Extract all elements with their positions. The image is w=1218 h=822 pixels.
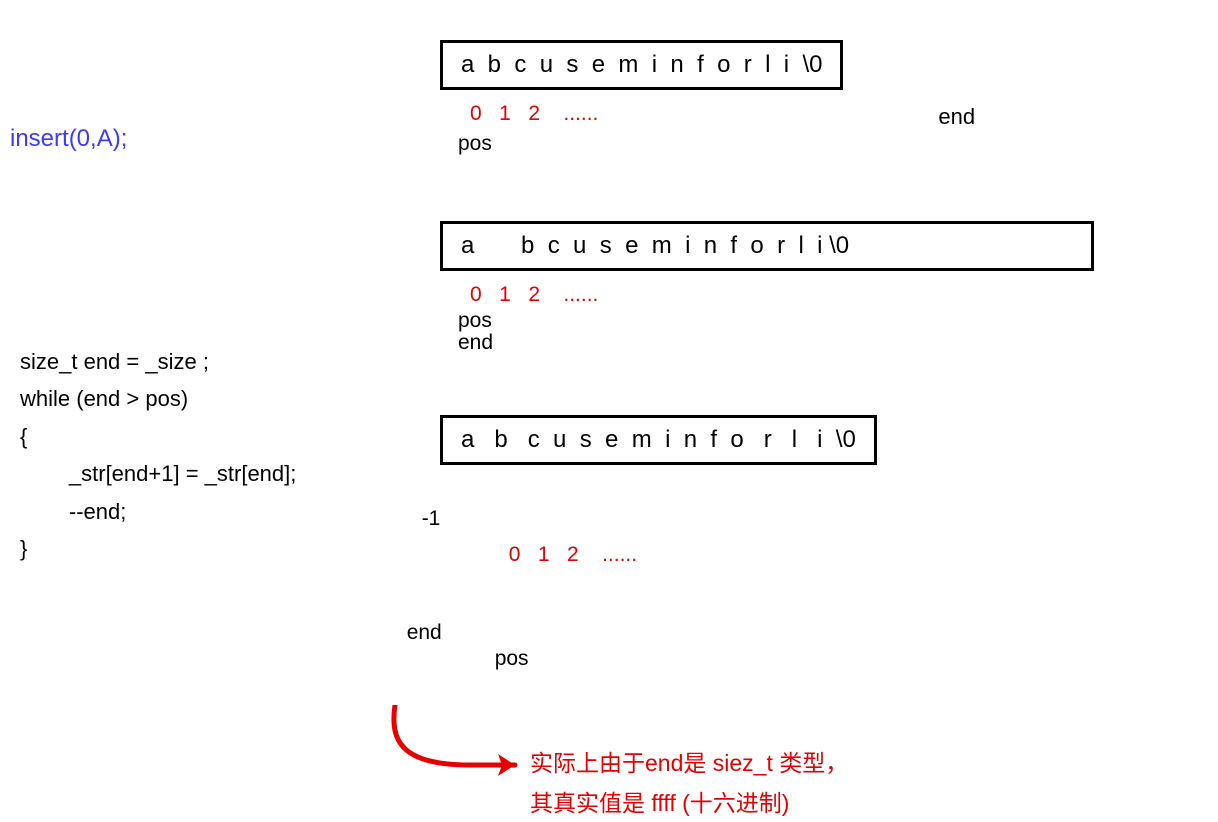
pos-label-3: pos: [477, 647, 529, 671]
array-box-2: a b c u s e m i n f o r l i \0: [440, 221, 1094, 271]
array-diagram-3: a b c u s e m i n f o r l i \0 -1 0 1 2 …: [440, 405, 1190, 795]
annotation-arrow: 实际上由于end是 siez_t 类型， 其真实值是 ffff (十六进制): [370, 705, 1190, 795]
pos-label-1: pos: [440, 132, 1190, 156]
indices-1: 0 1 2 ......: [440, 102, 598, 130]
end-label-3: end: [407, 621, 442, 645]
end-label-2: end: [440, 331, 1190, 355]
end-label-1: end: [938, 104, 975, 130]
pos-label-2: pos: [440, 309, 1190, 333]
indices-2: 0 1 2 ......: [440, 283, 1190, 307]
code-block: size_t end = _size ; while (end > pos) {…: [20, 343, 440, 567]
neg1-label: -1: [422, 493, 441, 531]
annotation-line-1: 实际上由于end是 siez_t 类型，: [530, 745, 848, 782]
function-call: insert(0,A);: [10, 125, 440, 153]
indices-3: 0 1 2 ......: [477, 543, 637, 567]
array-diagram-2: a b c u s e m i n f o r l i \0 0 1 2 ...…: [440, 211, 1190, 355]
annotation-line-2: 其真实值是 ffff (十六进制): [530, 785, 789, 822]
array-box-3: a b c u s e m i n f o r l i \0: [440, 415, 877, 465]
array-diagram-1: a b c u s e m i n f o r l i \0 0 1 2 ...…: [440, 30, 1190, 156]
array-box-1: a b c u s e m i n f o r l i \0: [440, 40, 843, 90]
